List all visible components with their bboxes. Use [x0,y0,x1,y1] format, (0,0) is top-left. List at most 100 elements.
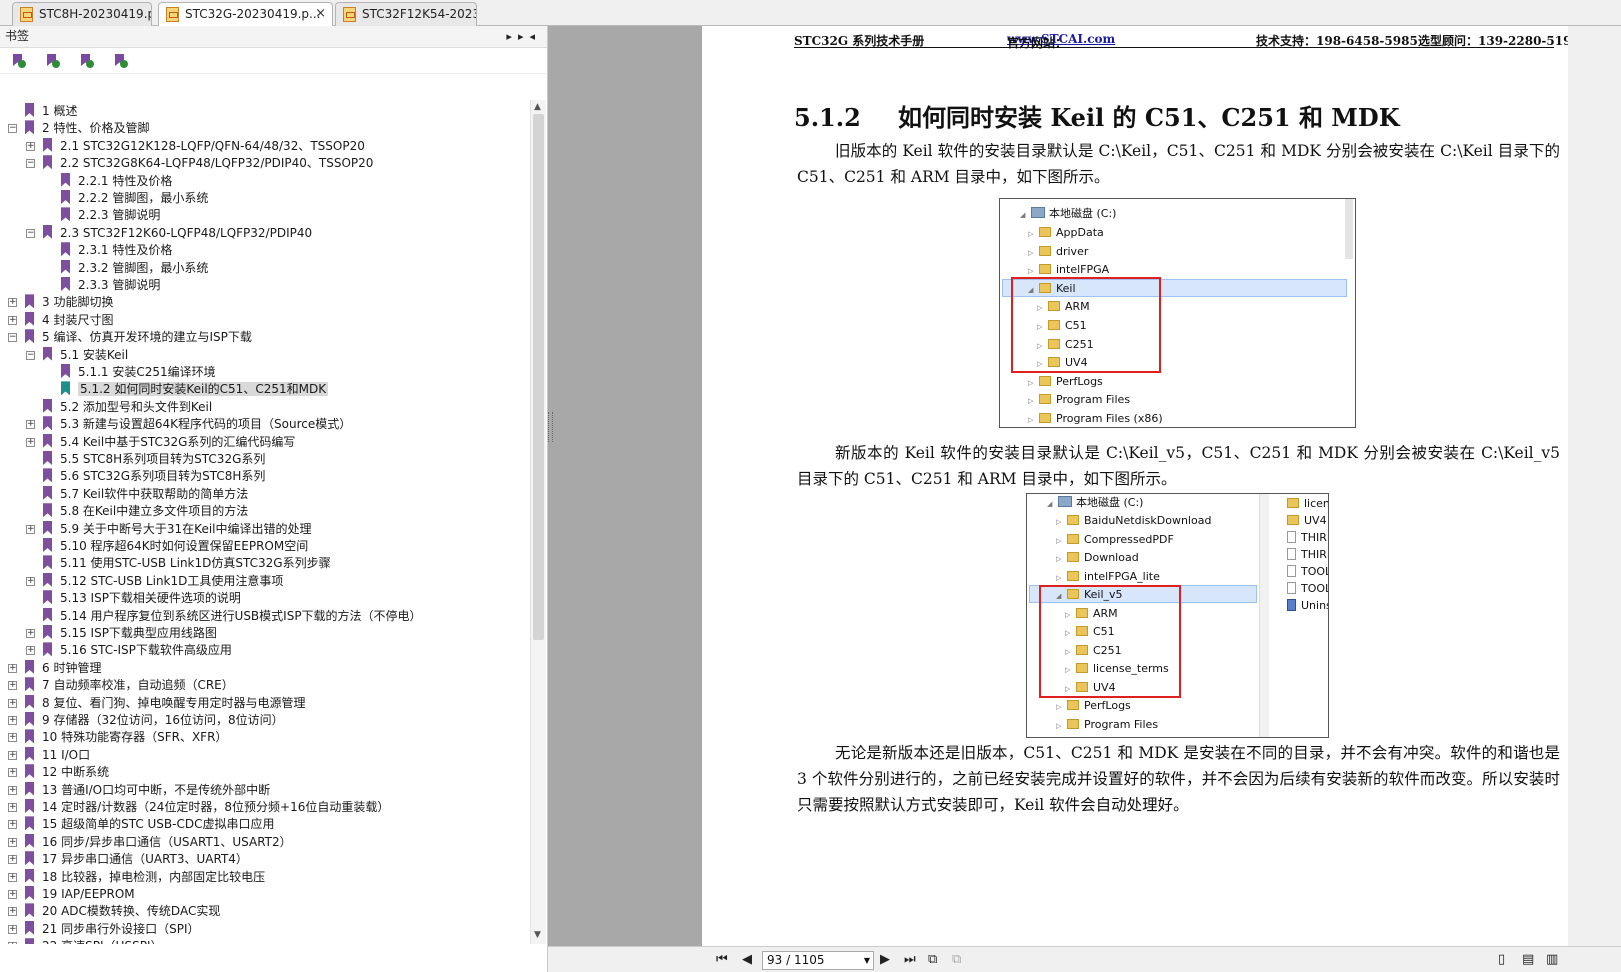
bookmark-item[interactable]: 5.10 程序超64K时如何设置保留EEPROM空间 [43,538,308,555]
bookmark-item[interactable]: 2.3.2 管脚图，最小系统 [61,259,208,277]
document-scrollbar[interactable] [1568,26,1621,946]
expand-node-icon[interactable]: + [8,890,17,899]
next-page-icon[interactable]: ▶ [880,952,890,968]
scroll-down-icon[interactable]: ▼ [534,930,541,940]
bookmark-item[interactable]: 5.1 安装Keil [43,346,128,364]
bookmark-item[interactable]: 5.6 STC32G系列项目转为STC8H系列 [43,468,265,485]
bookmark-item[interactable]: 11 I/O口 [25,746,90,764]
expand-node-icon[interactable]: + [8,907,17,917]
expand-node-icon[interactable]: + [8,855,17,865]
expand-node-icon[interactable]: + [8,681,17,691]
collapse-panel-icon[interactable]: ◂ [529,30,541,43]
bookmark-collapse-icon[interactable] [44,52,62,70]
last-page-icon[interactable]: ⏭ [904,952,916,968]
tab-stc8h[interactable]: STC8H-20230419.p... [12,2,152,26]
tab-stc32g[interactable]: STC32G-20230419.p... × [158,2,333,27]
bookmark-item[interactable]: 6 时钟管理 [25,659,101,677]
expand-node-icon[interactable]: + [8,820,17,830]
bookmark-item[interactable]: 5.2 添加型号和头文件到Keil [43,398,212,416]
bookmark-item[interactable]: 7 自动频率校准，自动追频（CRE） [25,677,234,694]
bookmark-item[interactable]: 22 高速SPI（HSSPI） [25,938,163,944]
bookmark-item[interactable]: 16 同步/异步串口通信（USART1、USART2） [25,833,292,851]
bookmark-item[interactable]: 3 功能脚切换 [25,294,113,311]
expand-node-icon[interactable]: + [8,298,17,308]
collapse-node-icon[interactable]: − [26,228,35,238]
expand-node-icon[interactable]: + [8,924,17,934]
expand-node-icon[interactable]: + [8,803,17,812]
expand-node-icon[interactable]: + [8,315,17,325]
bookmark-item[interactable]: 2.2.1 特性及价格 [61,172,172,190]
bookmark-item[interactable]: 5.12 STC-USB Link1D工具使用注意事项 [43,572,283,590]
collapse-node-icon[interactable]: − [8,124,17,134]
scroll-up-icon[interactable]: ▲ [534,102,541,112]
expand-node-icon[interactable]: + [8,837,17,847]
collapse-node-icon[interactable]: − [8,333,17,343]
bookmark-find-icon[interactable] [112,52,130,70]
expand-node-icon[interactable]: + [8,872,17,882]
bookmark-item[interactable]: 5.4 Keil中基于STC32G系列的汇编代码编写 [43,433,295,451]
tab-stc32f[interactable]: STC32F12K54-2023... [335,2,477,26]
go-forward-icon[interactable]: ⧉ [952,952,961,968]
continuous-view-icon[interactable]: ▤ [1522,952,1534,968]
expand-node-icon[interactable]: + [26,576,35,586]
bookmark-item[interactable]: 5.11 使用STC-USB Link1D仿真STC32G系列步骤 [43,555,331,572]
bookmark-item[interactable]: 5 编译、仿真开发环境的建立与ISP下载 [25,329,252,346]
prev-page-icon[interactable]: ◀ [742,952,752,968]
bookmark-item[interactable]: 5.5 STC8H系列项目转为STC32G系列 [43,451,265,468]
bookmark-item[interactable]: 20 ADC模数转换、传统DAC实现 [25,903,220,920]
expand-node-icon[interactable]: + [8,785,17,795]
bookmark-item[interactable]: 13 普通I/O口均可中断，不是传统外部中断 [25,781,270,799]
expand-node-icon[interactable]: + [8,733,17,743]
expand-node-icon[interactable]: + [8,750,17,760]
bookmark-item[interactable]: 18 比较器，掉电检测，内部固定比较电压 [25,868,265,886]
expand-node-icon[interactable]: + [26,629,35,638]
bookmark-item[interactable]: 5.7 Keil软件中获取帮助的简单方法 [43,485,248,503]
bookmark-item[interactable]: 12 中断系统 [25,764,109,781]
expand-node-icon[interactable]: + [26,420,35,430]
facing-view-icon[interactable]: ▥ [1546,952,1558,968]
bookmark-item[interactable]: 5.9 关于中断号大于31在Keil中编译出错的处理 [43,520,312,538]
scroll-thumb[interactable] [533,114,544,640]
bookmark-item[interactable]: 5.1.1 安装C251编译环境 [61,364,216,381]
expand-node-icon[interactable]: + [26,437,35,447]
bookmark-item[interactable]: 5.13 ISP下载相关硬件选项的说明 [43,590,241,607]
bookmark-goto-icon[interactable] [78,52,96,70]
bookmark-item[interactable]: 5.14 用户程序复位到系统区进行USB模式ISP下载的方法（不停电） [43,607,422,625]
bookmark-item[interactable]: 10 特殊功能寄存器（SFR、XFR） [25,729,227,746]
single-page-view-icon[interactable]: ▯ [1498,952,1505,968]
bookmark-item[interactable]: 21 同步串行外设接口（SPI） [25,920,199,938]
expand-node-icon[interactable]: + [26,141,35,151]
bookmark-item[interactable]: 5.8 在Keil中建立多文件项目的方法 [43,503,248,520]
collapse-node-icon[interactable]: − [26,350,35,360]
collapse-node-icon[interactable]: − [26,159,35,169]
chevron-down-icon[interactable]: ▼ [864,952,870,969]
expand-node-icon[interactable]: + [8,698,17,708]
bookmark-expand-icon[interactable] [10,52,28,70]
expand-node-icon[interactable]: + [8,663,17,673]
expand-node-icon[interactable]: + [8,768,17,778]
bookmark-item[interactable]: 4 封装尺寸图 [25,311,113,329]
bookmarks-scrollbar[interactable]: ▲ ▼ [530,100,546,944]
bookmark-item[interactable]: 2 特性、价格及管脚 [25,120,149,137]
bookmark-item[interactable]: 2.2.2 管脚图，最小系统 [61,190,208,207]
bookmark-item[interactable]: 2.2 STC32G8K64-LQFP48/LQFP32/PDIP40、TSSO… [43,155,373,172]
bookmark-item[interactable]: 2.1 STC32G12K128-LQFP/QFN-64/48/32、TSSOP… [43,137,365,155]
bookmark-item[interactable]: 1 概述 [25,103,77,120]
bookmark-item[interactable]: 5.15 ISP下载典型应用线路图 [43,625,217,642]
bookmark-item[interactable]: 2.2.3 管脚说明 [61,207,160,224]
pin-panel-icon[interactable]: ▸▸ [506,30,529,43]
expand-node-icon[interactable]: + [26,646,35,656]
bookmark-item[interactable]: 15 超级简单的STC USB-CDC虚拟串口应用 [25,816,274,833]
bookmark-item[interactable]: 9 存储器（32位访问，16位访问，8位访问） [25,712,284,729]
bookmark-item[interactable]: 2.3.3 管脚说明 [61,277,160,294]
bookmark-item[interactable]: 8 复位、看门狗、掉电唤醒专用定时器与电源管理 [25,694,305,712]
bookmark-item[interactable]: 17 异步串口通信（UART3、UART4） [25,851,248,868]
panel-splitter[interactable] [548,412,553,442]
bookmark-item[interactable]: 14 定时器/计数器（24位定时器，8位预分频+16位自动重装载） [25,799,389,816]
go-back-icon[interactable]: ⧉ [928,952,937,968]
bookmark-item[interactable]: 5.3 新建与设置超64K程序代码的项目（Source模式） [43,416,351,433]
close-tab-icon[interactable]: × [315,3,326,25]
expand-node-icon[interactable]: + [8,716,17,725]
bookmark-item[interactable]: 5.16 STC-ISP下载软件高级应用 [43,642,232,659]
bookmark-item[interactable]: 2.3 STC32F12K60-LQFP48/LQFP32/PDIP40 [43,224,312,242]
